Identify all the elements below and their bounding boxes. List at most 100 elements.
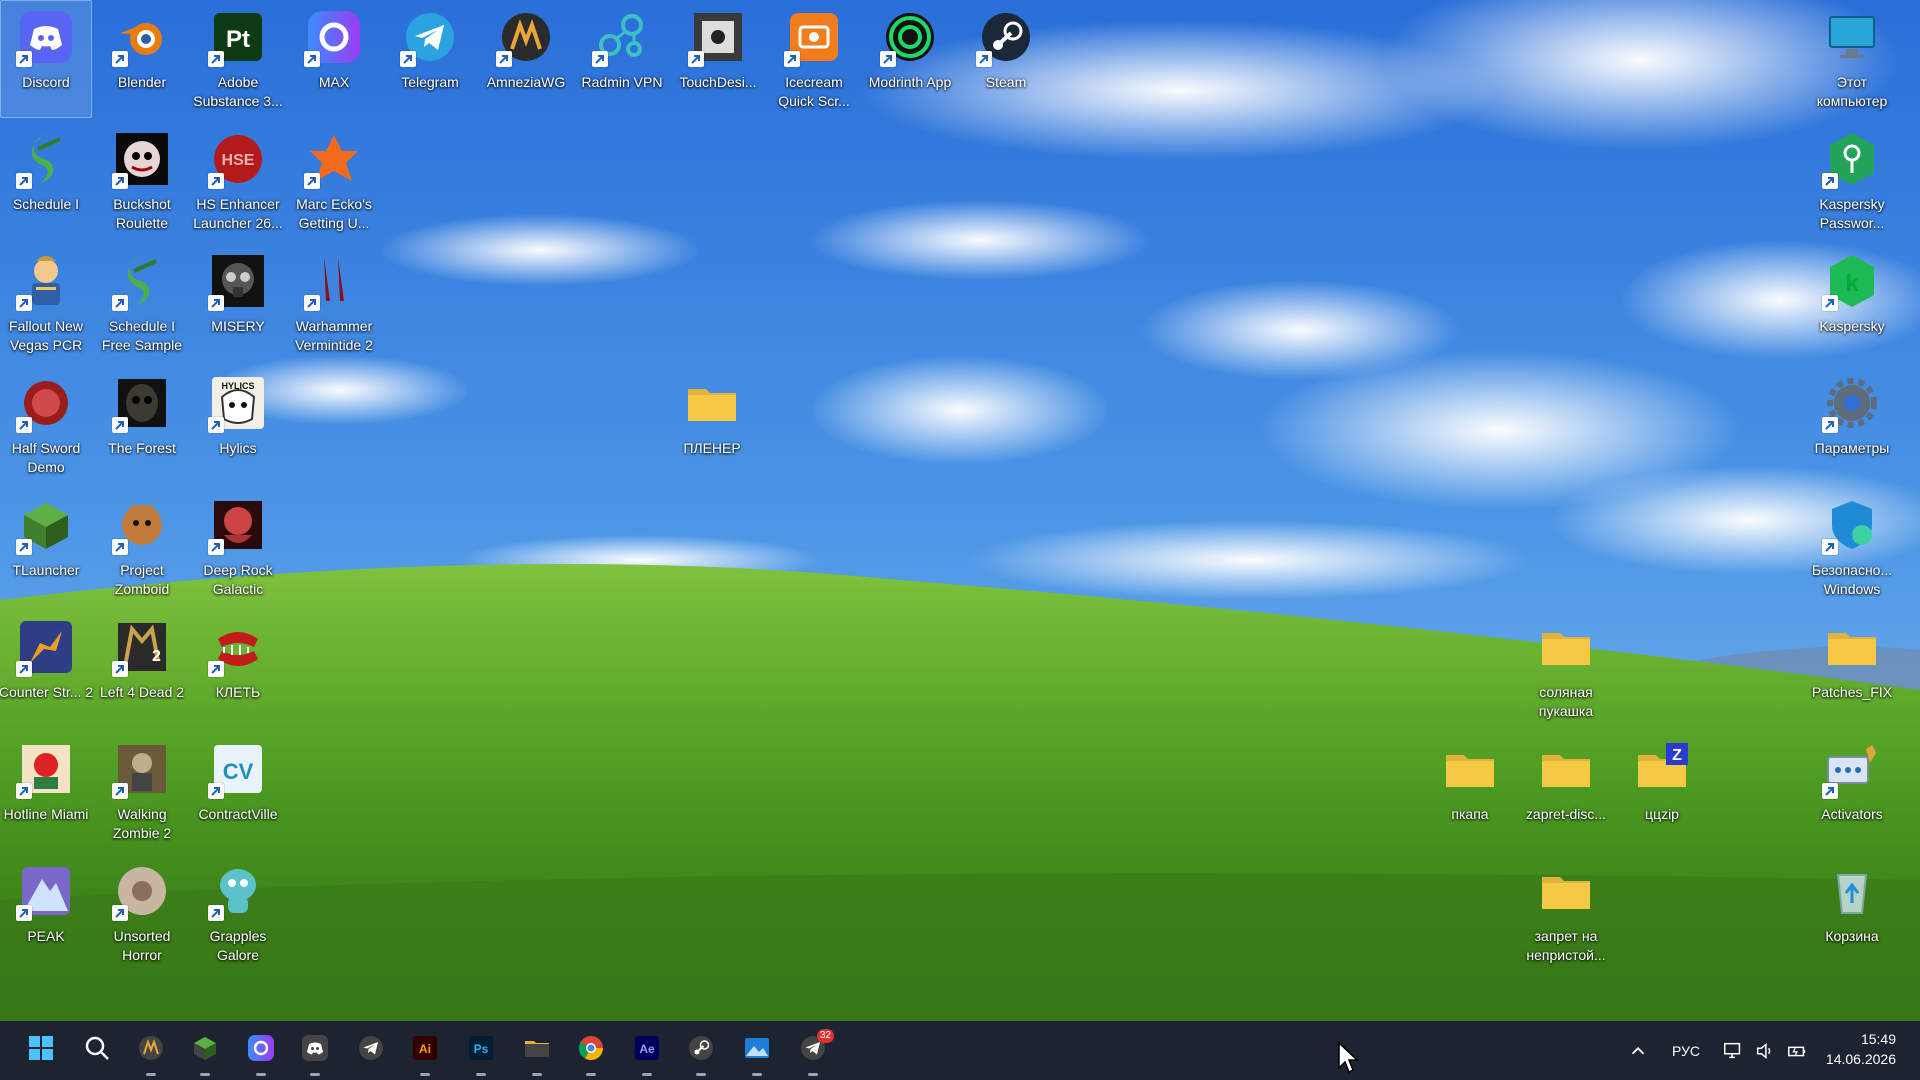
desktop-icon[interactable]: Blender xyxy=(96,0,188,118)
shortcut-arrow-icon xyxy=(112,539,128,555)
desktop-icon[interactable]: Deep Rock Galactic xyxy=(192,488,284,606)
desktop-icon[interactable]: Fallout New Vegas PCR xyxy=(0,244,92,362)
network-icon[interactable] xyxy=(1718,1021,1748,1080)
desktop-icon[interactable]: Counter Str... 2 xyxy=(0,610,93,728)
desktop-icon[interactable]: k Kaspersky xyxy=(1806,244,1898,362)
taskbar-tlauncher[interactable] xyxy=(178,1021,232,1080)
shortcut-arrow-icon xyxy=(1822,295,1838,311)
desktop-icon[interactable]: Telegram xyxy=(384,0,476,118)
fallout-icon xyxy=(16,251,76,311)
desktop-icon[interactable]: TouchDesi... xyxy=(672,0,764,118)
desktop-icon[interactable]: Zццzip xyxy=(1616,732,1708,850)
desktop-icon[interactable]: Корзина xyxy=(1806,854,1898,972)
misery-icon xyxy=(208,251,268,311)
taskbar-file-explorer[interactable] xyxy=(510,1021,564,1080)
taskbar-photoshop[interactable]: Ps xyxy=(454,1021,508,1080)
taskbar-steam[interactable] xyxy=(674,1021,728,1080)
taskbar-telegram-2[interactable]: 32 xyxy=(786,1021,840,1080)
desktop-icon[interactable]: Modrinth App xyxy=(864,0,956,118)
desktop-icon[interactable]: Buckshot Roulette xyxy=(96,122,188,240)
desktop-icon[interactable]: PEAK xyxy=(0,854,92,972)
desktop-icon[interactable]: КЛЕТЬ xyxy=(192,610,284,728)
desktop-icon[interactable]: Marc Ecko's Getting U... xyxy=(288,122,380,240)
desktop-icon[interactable]: Kaspersky Passwor... xyxy=(1806,122,1898,240)
desktop-icon[interactable]: HYLICS Hylics xyxy=(192,366,284,484)
desktop-icon[interactable]: ПЛЕНЕР xyxy=(666,366,758,484)
desktop-icon[interactable]: Параметры xyxy=(1806,366,1898,484)
taskbar-telegram[interactable] xyxy=(344,1021,398,1080)
shortcut-arrow-icon xyxy=(400,51,416,67)
desktop-icon[interactable]: Icecream Quick Scr... xyxy=(768,0,860,118)
desktop-icon-label: Walking Zombie 2 xyxy=(112,806,172,841)
desktop-icon[interactable]: The Forest xyxy=(96,366,188,484)
shortcut-arrow-icon xyxy=(112,783,128,799)
desktop-icon[interactable]: Pt Adobe Substance 3... xyxy=(192,0,284,118)
taskbar-max[interactable] xyxy=(234,1021,288,1080)
recycle-icon xyxy=(1822,861,1882,921)
svg-text:Pt: Pt xyxy=(226,26,250,53)
battery-icon[interactable] xyxy=(1782,1021,1812,1080)
notification-badge: 32 xyxy=(816,1029,834,1043)
desktop-icon[interactable]: CV ContractVille xyxy=(192,732,284,850)
desktop-icon[interactable]: Schedule I xyxy=(0,122,92,240)
taskbar-discord[interactable] xyxy=(288,1021,342,1080)
taskbar-search-button[interactable] xyxy=(70,1021,124,1080)
desktop-icon[interactable]: TLauncher xyxy=(0,488,92,606)
desktop-icon[interactable]: Activators xyxy=(1806,732,1898,850)
desktop-icon-label: Blender xyxy=(117,74,167,90)
desktop-icon[interactable]: Hotline Miami xyxy=(0,732,92,850)
desktop-icon[interactable]: Steam xyxy=(960,0,1052,118)
desktop-icon[interactable]: Warhammer Vermintide 2 xyxy=(288,244,380,362)
shortcut-arrow-icon xyxy=(208,51,224,67)
desktop-icon[interactable]: zapret-disc... xyxy=(1520,732,1612,850)
desktop-icon[interactable]: HSE HS Enhancer Launcher 26... xyxy=(192,122,284,240)
start-icon xyxy=(26,1033,56,1068)
desktop-icon[interactable]: Безопасно... Windows xyxy=(1806,488,1898,606)
desktop-icon-label: пкапа xyxy=(1451,806,1489,822)
desktop-icon[interactable]: Walking Zombie 2 xyxy=(96,732,188,850)
show-hidden-icons-button[interactable] xyxy=(1620,1021,1656,1080)
desktop-icon[interactable]: соляная пукашка xyxy=(1520,610,1612,728)
desktop-icon[interactable]: Patches_FIX xyxy=(1806,610,1898,728)
desktop-icon-label: Steam xyxy=(985,74,1027,90)
input-language-indicator[interactable]: РУС xyxy=(1664,1021,1708,1080)
clock-time: 15:49 xyxy=(1860,1031,1896,1047)
desktop-icon-label: Безопасно... Windows xyxy=(1811,562,1893,597)
desktop-icon[interactable]: Unsorted Horror xyxy=(96,854,188,972)
desktop-icon[interactable]: Half Sword Demo xyxy=(0,366,92,484)
desktop-icon[interactable]: Grapples Galore xyxy=(192,854,284,972)
taskbar-illustrator[interactable]: Ai xyxy=(398,1021,452,1080)
desktop-icon[interactable]: Radmin VPN xyxy=(576,0,668,118)
shortcut-arrow-icon xyxy=(784,51,800,67)
desktop-icon[interactable]: Discord xyxy=(0,0,92,118)
shortcut-arrow-icon xyxy=(16,295,32,311)
desktop-icon[interactable]: AmneziaWG xyxy=(480,0,572,118)
telegram-icon xyxy=(400,7,460,67)
ecko-icon xyxy=(304,129,364,189)
desktop-icon[interactable]: Schedule I Free Sample xyxy=(96,244,188,362)
svg-text:2: 2 xyxy=(152,648,161,665)
desktop-icon[interactable]: Этот компьютер xyxy=(1806,0,1898,118)
desktop-icon[interactable]: Project Zomboid xyxy=(96,488,188,606)
desktop-icon-label: Patches_FIX xyxy=(1811,684,1893,700)
taskbar: Ai Ps Ae 32 РУС 15:49 14.06.2026 xyxy=(0,1021,1920,1080)
taskbar-after-effects[interactable]: Ae xyxy=(620,1021,674,1080)
shortcut-arrow-icon xyxy=(976,51,992,67)
desktop-icon[interactable]: запрет на непристой... xyxy=(1520,854,1612,972)
halfsword-icon xyxy=(16,373,76,433)
taskbar-amnezia[interactable] xyxy=(124,1021,178,1080)
desktop-icon-label: Hotline Miami xyxy=(3,806,89,822)
shortcut-arrow-icon xyxy=(16,905,32,921)
clock[interactable]: 15:49 14.06.2026 xyxy=(1826,1029,1896,1069)
l4d2-icon: 2 xyxy=(112,617,172,677)
desktop-icon[interactable]: MAX xyxy=(288,0,380,118)
pc-icon xyxy=(1822,7,1882,67)
desktop-icon[interactable]: пкапа xyxy=(1424,732,1516,850)
shortcut-arrow-icon xyxy=(112,905,128,921)
taskbar-photos[interactable] xyxy=(730,1021,784,1080)
taskbar-chrome[interactable] xyxy=(564,1021,618,1080)
volume-icon[interactable] xyxy=(1750,1021,1780,1080)
desktop-icon[interactable]: MISERY xyxy=(192,244,284,362)
taskbar-start-button[interactable] xyxy=(14,1021,68,1080)
desktop-icon[interactable]: 2 Left 4 Dead 2 xyxy=(96,610,188,728)
